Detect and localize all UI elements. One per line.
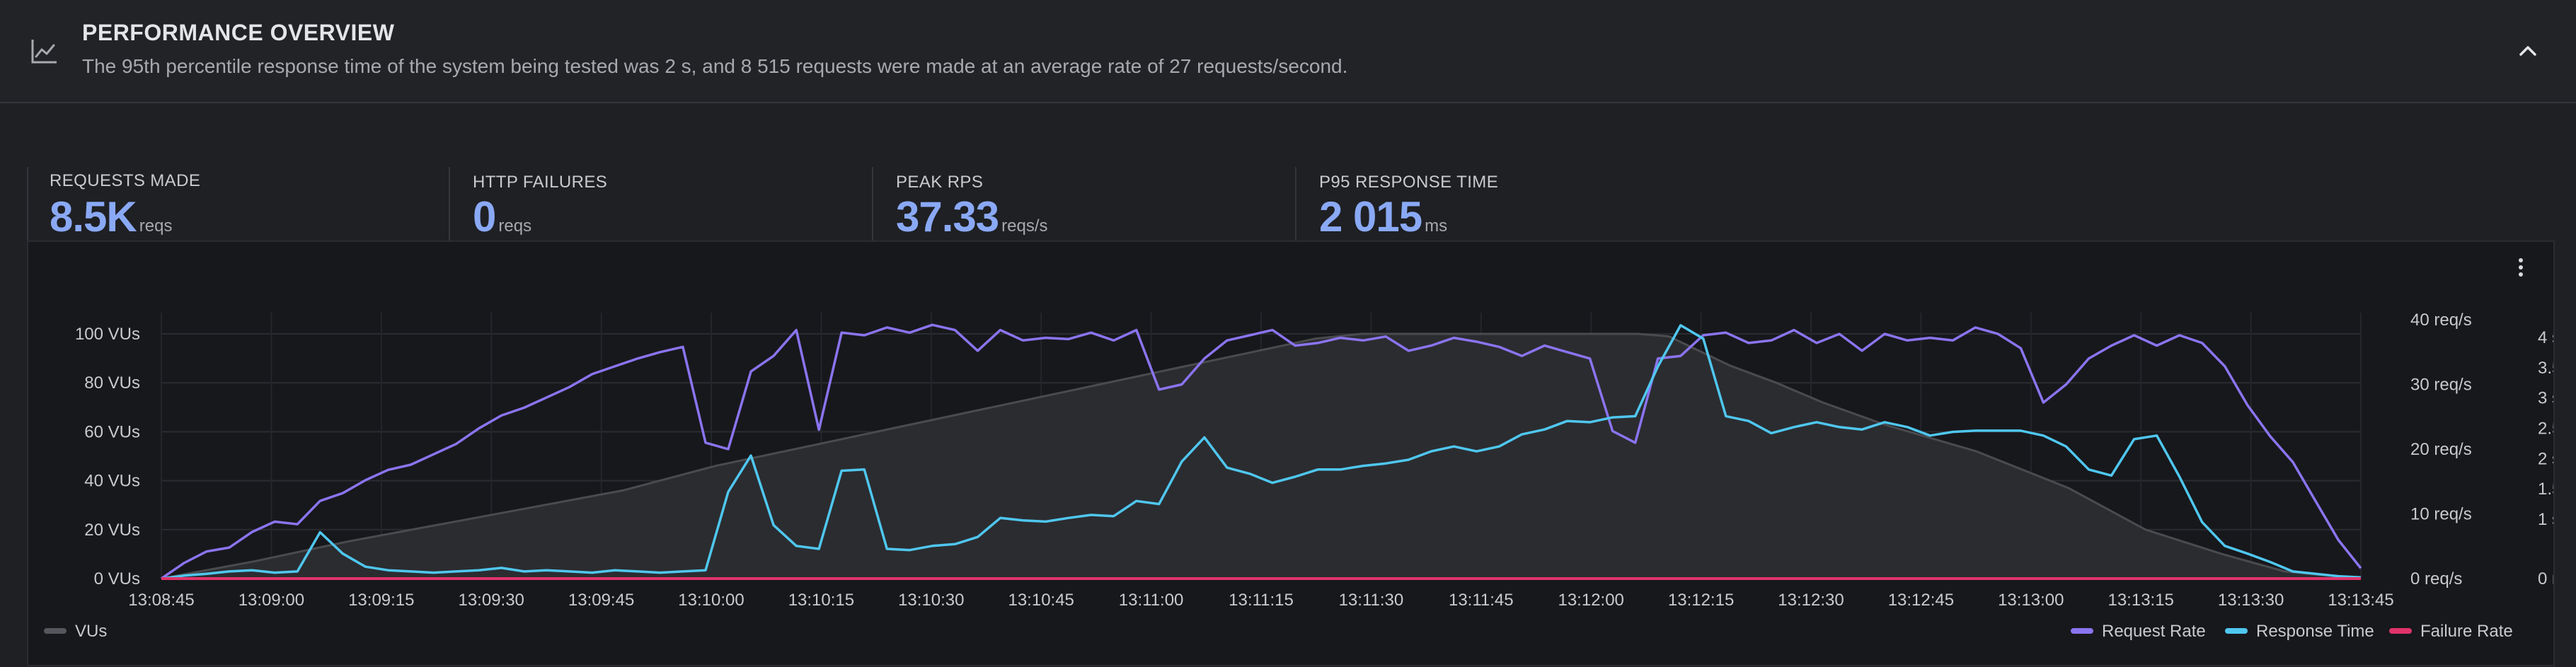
- panel-title: PERFORMANCE OVERVIEW: [82, 20, 395, 45]
- performance-chart: 0 VUs 20 VUs 40 VUs 60 VUs 80 VUs 100 VUs 13:0…: [44, 311, 2575, 641]
- legend-label: Failure Rate: [2420, 622, 2513, 641]
- x-tick-label: 13:10:45: [1008, 591, 1074, 610]
- chart-card: 0 VUs 20 VUs 40 VUs 60 VUs 80 VUs 100 VUs 13:0…: [27, 240, 2575, 666]
- stat-label: REQUESTS MADE: [50, 171, 201, 190]
- panel-header: PERFORMANCE OVERVIEW The 95th percentile…: [0, 0, 2576, 103]
- x-tick-label: 13:11:00: [1119, 591, 1184, 610]
- y-left-tick-label: 60 VUs: [84, 422, 140, 441]
- y-right-time-tick-label: 2.5 s: [2538, 419, 2553, 439]
- line-chart-icon: [31, 40, 57, 64]
- stat-p95-response-time: P95 RESPONSE TIME 2 015 ms: [1295, 136, 1691, 245]
- x-tick-label: 13:12:00: [1558, 591, 1623, 610]
- stat-number: 0: [473, 193, 496, 240]
- y-right-time-tick-label: 4 s: [2538, 328, 2553, 347]
- stat-number: 37.33: [896, 193, 999, 240]
- stat-label: HTTP FAILURES: [473, 173, 608, 192]
- stat-unit: reqs: [498, 216, 532, 236]
- x-tick-label: 13:08:45: [128, 591, 194, 610]
- y-left-tick-label: 80 VUs: [84, 373, 140, 393]
- legend-label-vus: VUs: [75, 622, 107, 641]
- stat-number: 8.5K: [50, 193, 137, 240]
- stat-number: 2 015: [1319, 193, 1422, 240]
- x-tick-label: 13:10:15: [788, 591, 854, 610]
- x-tick-label: 13:10:30: [898, 591, 964, 610]
- stat-value: 2 015 ms: [1319, 192, 1447, 241]
- y-right-time-tick-label: 3.5 s: [2538, 359, 2553, 378]
- y-right-time-tick-label: 1.5 s: [2538, 480, 2553, 499]
- stat-http-failures: HTTP FAILURES 0 reqs: [449, 136, 845, 245]
- y-right-rps-tick-label: 30 req/s: [2410, 376, 2472, 395]
- performance-overview-panel: PERFORMANCE OVERVIEW The 95th percentile…: [0, 0, 2576, 666]
- y-left-tick-label: 0 VUs: [94, 569, 140, 588]
- stat-label: P95 RESPONSE TIME: [1319, 173, 1499, 192]
- x-tick-label: 13:11:15: [1229, 591, 1294, 610]
- x-tick-label: 13:12:30: [1778, 591, 1844, 610]
- x-tick-label: 13:12:15: [1668, 591, 1734, 610]
- stat-value: 37.33 reqs/s: [896, 192, 1048, 241]
- more-options-icon[interactable]: [2512, 255, 2529, 280]
- x-tick-label: 13:10:00: [678, 591, 744, 610]
- x-tick-label: 13:13:00: [1998, 591, 2064, 610]
- stat-unit: reqs: [139, 216, 173, 236]
- stat-divider: [27, 167, 28, 245]
- y-right-time-tick-label: 0 ms: [2538, 569, 2553, 588]
- y-left-tick-label: 100 VUs: [75, 325, 140, 344]
- legend-label: Request Rate: [2102, 622, 2206, 641]
- chevron-up-icon: [2519, 46, 2536, 56]
- y-right-time-tick-label: 3 s: [2538, 389, 2553, 408]
- stat-requests-made: REQUESTS MADE 8.5K reqs: [27, 136, 423, 245]
- x-tick-label: 13:11:45: [1449, 591, 1514, 610]
- y-right-time-tick-label: 1 s: [2538, 510, 2553, 529]
- stat-value: 8.5K reqs: [50, 192, 172, 241]
- y-left-tick-label: 20 VUs: [84, 521, 140, 540]
- legend-label: Response Time: [2256, 622, 2374, 641]
- x-tick-label: 13:09:45: [568, 591, 634, 610]
- x-tick-label: 13:13:30: [2218, 591, 2284, 610]
- stat-unit: ms: [1425, 216, 1448, 236]
- y-right-rps-tick-label: 0 req/s: [2410, 569, 2462, 588]
- y-right-time-tick-label: 2 s: [2538, 449, 2553, 468]
- stat-peak-rps: PEAK RPS 37.33 reqs/s: [872, 136, 1268, 245]
- stat-unit: reqs/s: [1001, 216, 1048, 236]
- x-tick-label: 13:13:45: [2328, 591, 2393, 610]
- y-right-rps-tick-label: 40 req/s: [2410, 311, 2472, 330]
- stat-divider: [449, 167, 450, 245]
- y-left-tick-label: 40 VUs: [84, 472, 140, 491]
- y-right-rps-tick-label: 20 req/s: [2410, 440, 2472, 459]
- panel-summary: The 95th percentile response time of the…: [82, 55, 1348, 77]
- stat-divider: [1295, 167, 1296, 245]
- stat-divider: [872, 167, 873, 245]
- y-right-rps-tick-label: 10 req/s: [2410, 505, 2472, 524]
- x-tick-label: 13:09:00: [238, 591, 304, 610]
- stat-label: PEAK RPS: [896, 173, 984, 192]
- stats-row: REQUESTS MADE 8.5K reqs HTTP FAILURES 0 re…: [0, 103, 2576, 245]
- x-tick-label: 13:12:45: [1888, 591, 1954, 610]
- x-tick-label: 13:09:30: [458, 591, 524, 610]
- x-tick-label: 13:11:30: [1339, 591, 1404, 610]
- x-tick-label: 13:13:15: [2108, 591, 2173, 610]
- x-tick-label: 13:09:15: [348, 591, 414, 610]
- collapse-button[interactable]: [2511, 34, 2545, 68]
- stat-value: 0 reqs: [473, 192, 531, 241]
